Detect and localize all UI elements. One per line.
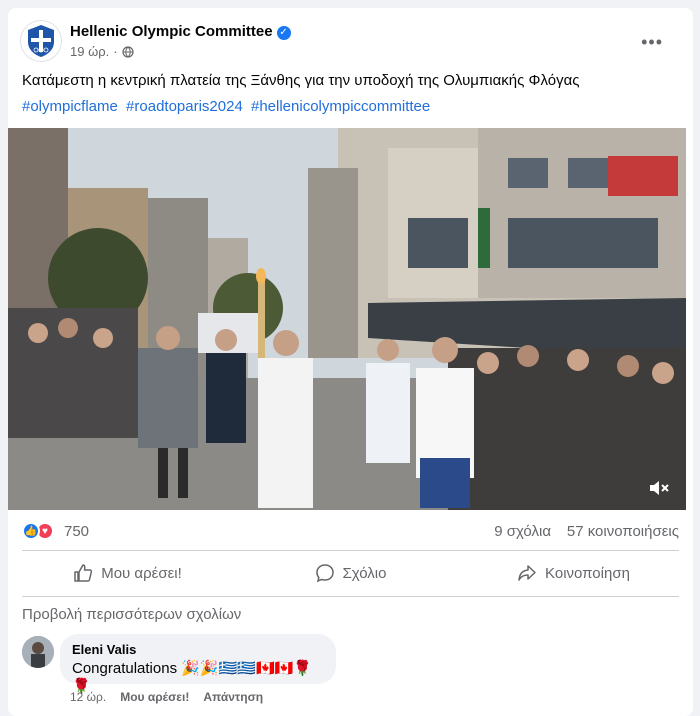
reactions-count[interactable]: 750 — [64, 523, 89, 540]
share-label: Κοινοποίηση — [545, 564, 630, 582]
post-meta: 19 ώρ. · — [70, 44, 134, 59]
post-header: Hellenic Olympic Committee ✓ 19 ώρ. · ••• — [20, 20, 681, 64]
page-name-link[interactable]: Hellenic Olympic Committee ✓ — [70, 23, 291, 40]
comment-like-button[interactable]: Μου αρέσει! — [120, 690, 189, 704]
video-frame — [8, 128, 686, 510]
like-reaction-icon: 👍 — [22, 522, 40, 540]
comment-button[interactable]: Σχόλιο — [239, 556, 462, 590]
verified-badge-icon: ✓ — [276, 26, 291, 40]
post-text: Κατάμεστη η κεντρική πλατεία της Ξάνθης … — [22, 72, 580, 89]
commenter-avatar[interactable] — [22, 636, 54, 668]
shares-count[interactable]: 57 κοινοποιήσεις — [567, 523, 679, 540]
more-options-icon[interactable]: ••• — [641, 32, 663, 53]
comment-bubble: Eleni Valis Congratulations 🎉🎉🇬🇷🇬🇷🇨🇦🇨🇦🌹🌹 — [60, 634, 336, 695]
reaction-icons[interactable]: 👍 ♥ — [22, 522, 54, 540]
globe-icon[interactable] — [121, 45, 134, 58]
mute-icon[interactable] — [648, 478, 670, 498]
like-label: Μου αρέσει! — [101, 564, 182, 582]
post-stats: 👍 ♥ 750 9 σχόλια 57 κοινοποιήσεις — [22, 522, 679, 542]
meta-separator: · — [113, 44, 118, 59]
hashtag-hellenicolympiccommittee[interactable]: #hellenicolympiccommittee — [251, 98, 430, 115]
comment-icon — [315, 564, 334, 583]
comment-meta: 12 ώρ. Μου αρέσει! Απάντηση — [70, 690, 263, 704]
thumbs-up-icon — [74, 564, 93, 582]
post-video[interactable] — [8, 128, 686, 510]
comment-label: Σχόλιο — [342, 564, 387, 582]
hashtags: #olympicflame #roadtoparis2024 #hellenic… — [22, 98, 434, 115]
divider — [22, 596, 679, 597]
page-avatar[interactable] — [20, 20, 62, 62]
share-button[interactable]: Κοινοποίηση — [462, 556, 685, 590]
divider — [22, 550, 679, 551]
comment-time[interactable]: 12 ώρ. — [70, 690, 106, 704]
comments-count[interactable]: 9 σχόλια — [494, 523, 551, 540]
hashtag-olympicflame[interactable]: #olympicflame — [22, 98, 118, 115]
hashtag-roadtoparis2024[interactable]: #roadtoparis2024 — [126, 98, 243, 115]
like-button[interactable]: Μου αρέσει! — [16, 556, 239, 590]
olympic-committee-logo-icon — [28, 25, 54, 57]
comment-author[interactable]: Eleni Valis — [72, 642, 324, 657]
post-actions: Μου αρέσει! Σχόλιο Κοινοποίηση — [16, 556, 685, 590]
post-card: Hellenic Olympic Committee ✓ 19 ώρ. · •••… — [8, 8, 693, 716]
share-icon — [518, 565, 536, 581]
commenter-photo — [22, 636, 54, 668]
view-more-comments-link[interactable]: Προβολή περισσότερων σχολίων — [22, 606, 241, 623]
page-name[interactable]: Hellenic Olympic Committee — [70, 23, 273, 40]
comment-reply-button[interactable]: Απάντηση — [203, 690, 263, 704]
post-time[interactable]: 19 ώρ. — [70, 44, 109, 59]
